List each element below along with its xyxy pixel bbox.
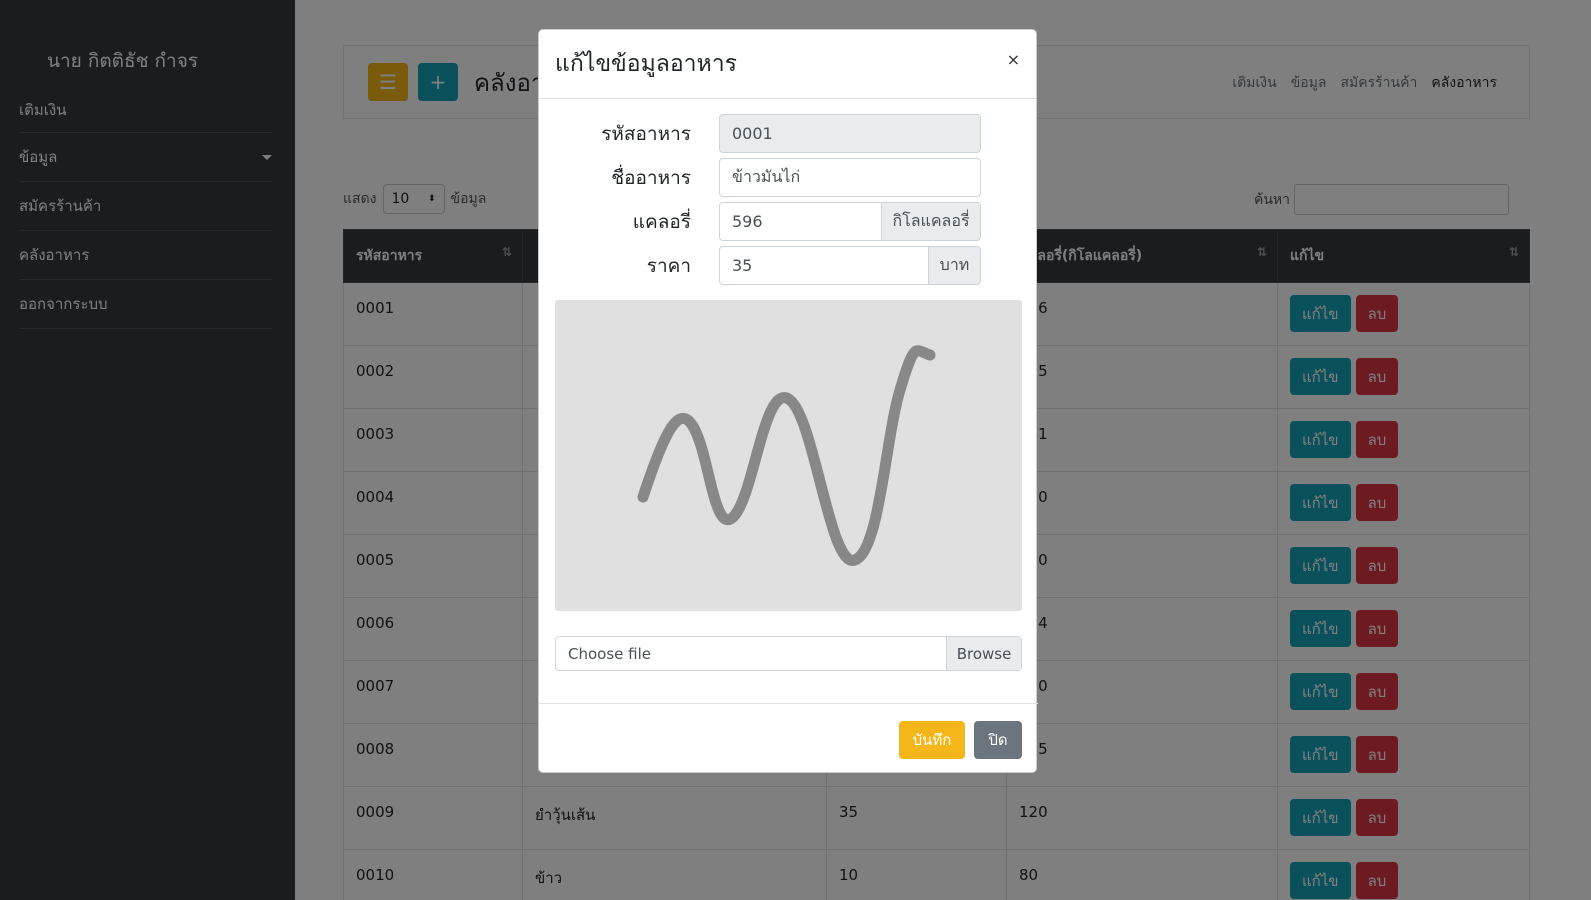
- calorie-row: แคลอรี่ 596 กิโลแคลอรี่: [539, 202, 1038, 241]
- close-button[interactable]: ปิด: [974, 721, 1022, 759]
- save-button[interactable]: บันทึก: [899, 721, 965, 759]
- calorie-field[interactable]: 596: [719, 202, 882, 241]
- name-row: ชื่ออาหาร ข้าวมันไก่: [539, 158, 1038, 197]
- calorie-label: แคลอรี่: [632, 210, 691, 233]
- price-unit: บาท: [928, 246, 981, 285]
- price-row: ราคา 35 บาท: [539, 246, 1038, 285]
- food-image-preview: [555, 300, 1022, 611]
- price-field[interactable]: 35: [719, 246, 929, 285]
- code-row: รหัสอาหาร 0001: [539, 114, 1038, 153]
- file-name-text: Choose file: [568, 644, 651, 663]
- price-label: ราคา: [646, 254, 691, 277]
- calorie-unit: กิโลแคลอรี่: [881, 202, 981, 241]
- name-field[interactable]: ข้าวมันไก่: [719, 158, 981, 197]
- close-icon[interactable]: ×: [1007, 50, 1020, 69]
- image-placeholder-icon: [637, 345, 936, 566]
- modal-title: แก้ไขข้อมูลอาหาร: [555, 51, 737, 77]
- image-file-input[interactable]: Choose file Browse: [555, 636, 1022, 671]
- code-label: รหัสอาหาร: [601, 122, 691, 145]
- name-label: ชื่ออาหาร: [611, 166, 691, 189]
- browse-button[interactable]: Browse: [946, 637, 1021, 670]
- modal-footer: บันทึก ปิด: [539, 703, 1038, 773]
- edit-food-modal: แก้ไขข้อมูลอาหาร × รหัสอาหาร 0001 ชื่ออา…: [538, 29, 1038, 773]
- code-field[interactable]: 0001: [719, 114, 981, 153]
- modal-header: แก้ไขข้อมูลอาหาร ×: [539, 30, 1036, 99]
